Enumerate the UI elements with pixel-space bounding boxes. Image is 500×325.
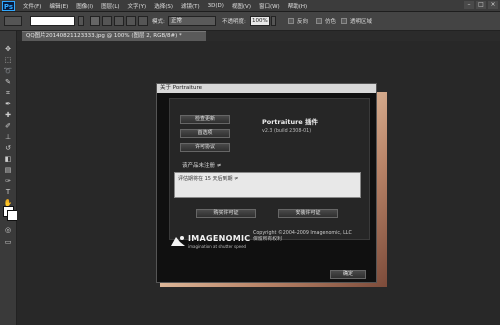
- window-controls: – □ ×: [464, 1, 498, 9]
- clone-stamp-tool-icon[interactable]: ⊥: [2, 133, 14, 142]
- diamond-gradient-icon[interactable]: [138, 16, 148, 26]
- menu-image[interactable]: 图像(I): [76, 2, 93, 10]
- menu-help[interactable]: 帮助(H): [288, 2, 307, 10]
- dialog-title: 关于 Portraiture: [157, 84, 376, 93]
- angle-gradient-icon[interactable]: [114, 16, 124, 26]
- menu-layer[interactable]: 图层(L): [101, 2, 119, 10]
- pen-tool-icon[interactable]: ✑: [2, 177, 14, 186]
- screen-mode-icon[interactable]: ▭: [2, 238, 14, 247]
- registration-label: 该产品未注册 ≠: [182, 163, 222, 169]
- linear-gradient-icon[interactable]: [90, 16, 100, 26]
- transparency-checkbox[interactable]: [341, 18, 347, 24]
- preferences-button[interactable]: 首选项: [180, 129, 230, 138]
- mode-select[interactable]: 正常: [168, 16, 216, 26]
- menu-edit[interactable]: 编辑(E): [49, 2, 68, 10]
- brush-tool-icon[interactable]: ✐: [2, 122, 14, 131]
- crop-tool-icon[interactable]: ⌗: [2, 89, 14, 98]
- check-updates-button[interactable]: 检查更新: [180, 115, 230, 124]
- logo-wordmark: IMAGENOMIC: [188, 234, 251, 243]
- reverse-label: 反向: [297, 19, 309, 25]
- plugin-version: v2.3 (build 2308-01): [262, 129, 312, 134]
- gradient-preview[interactable]: [30, 16, 75, 26]
- menu-3d[interactable]: 3D(D): [208, 3, 224, 9]
- gradient-dropdown-icon[interactable]: [78, 16, 84, 26]
- menu-type[interactable]: 文字(Y): [128, 2, 147, 10]
- move-tool-icon[interactable]: ✥: [2, 45, 14, 54]
- buy-license-button[interactable]: 购买许可证: [196, 209, 256, 218]
- registration-status-text: 评估期将在 15 天后到期 ≠: [178, 176, 239, 182]
- menu-bar: Ps 文件(F) 编辑(E) 图像(I) 图层(L) 文字(Y) 选择(S) 滤…: [0, 0, 500, 12]
- menu-window[interactable]: 窗口(W): [259, 2, 280, 10]
- tool-preset-picker[interactable]: [4, 16, 22, 26]
- transparency-label: 透明区域: [350, 19, 373, 25]
- gradient-tool-icon[interactable]: ▤: [2, 166, 14, 175]
- logo-tagline: imagination at shutter speed: [188, 244, 247, 249]
- registration-status-box: 评估期将在 15 天后到期 ≠: [174, 172, 361, 198]
- eraser-tool-icon[interactable]: ◧: [2, 155, 14, 164]
- document-tab[interactable]: QQ图片20140821123333.jpg @ 100% (图层 2, RGB…: [22, 31, 206, 41]
- eyedropper-tool-icon[interactable]: ✒: [2, 100, 14, 109]
- options-bar: 模式: 正常 不透明度: 100% 反向 仿色 透明区域: [0, 12, 500, 31]
- maximize-icon[interactable]: □: [476, 1, 486, 9]
- minimize-icon[interactable]: –: [464, 1, 474, 9]
- marquee-tool-icon[interactable]: ⬚: [2, 56, 14, 65]
- dither-checkbox[interactable]: [316, 18, 322, 24]
- copyright-text: Copyright ©2004-2009 Imagenomic, LLC 保留所…: [253, 231, 373, 243]
- dialog-panel: 检查更新 首选项 许可协议 Portraiture 插件 v2.3 (build…: [169, 98, 370, 240]
- menu-filter[interactable]: 滤镜(T): [181, 2, 200, 10]
- about-dialog: 关于 Portraiture 检查更新 首选项 许可协议 Portraiture…: [156, 83, 377, 283]
- ok-button[interactable]: 确定: [330, 270, 366, 279]
- toolbox: ✥ ⬚ ➰ ✎ ⌗ ✒ ✚ ✐ ⊥ ↺ ◧ ▤ ✑ T ✋ ◎ ▭: [0, 31, 18, 325]
- menu-select[interactable]: 选择(S): [154, 2, 173, 10]
- plugin-name: Portraiture 插件: [262, 118, 318, 126]
- dither-label: 仿色: [325, 19, 337, 25]
- type-tool-icon[interactable]: T: [2, 188, 14, 197]
- menu-file[interactable]: 文件(F): [23, 2, 41, 10]
- install-license-button[interactable]: 安装许可证: [278, 209, 338, 218]
- lasso-tool-icon[interactable]: ➰: [2, 67, 14, 76]
- reverse-checkbox[interactable]: [288, 18, 294, 24]
- opacity-label: 不透明度:: [222, 19, 246, 25]
- opacity-input[interactable]: 100%: [250, 16, 270, 26]
- menu-view[interactable]: 视图(V): [232, 2, 251, 10]
- quick-mask-icon[interactable]: ◎: [2, 226, 14, 235]
- healing-brush-tool-icon[interactable]: ✚: [2, 111, 14, 120]
- rights-line: 保留所有权利: [253, 237, 282, 242]
- reflected-gradient-icon[interactable]: [126, 16, 136, 26]
- radial-gradient-icon[interactable]: [102, 16, 112, 26]
- imagenomic-logo-icon: [171, 236, 185, 246]
- opacity-dropdown-icon[interactable]: [271, 16, 276, 26]
- license-agreement-button[interactable]: 许可协议: [180, 143, 230, 152]
- quick-select-tool-icon[interactable]: ✎: [2, 78, 14, 87]
- close-icon[interactable]: ×: [488, 1, 498, 9]
- history-brush-tool-icon[interactable]: ↺: [2, 144, 14, 153]
- photoshop-logo: Ps: [2, 0, 15, 11]
- mode-label: 模式:: [152, 19, 165, 25]
